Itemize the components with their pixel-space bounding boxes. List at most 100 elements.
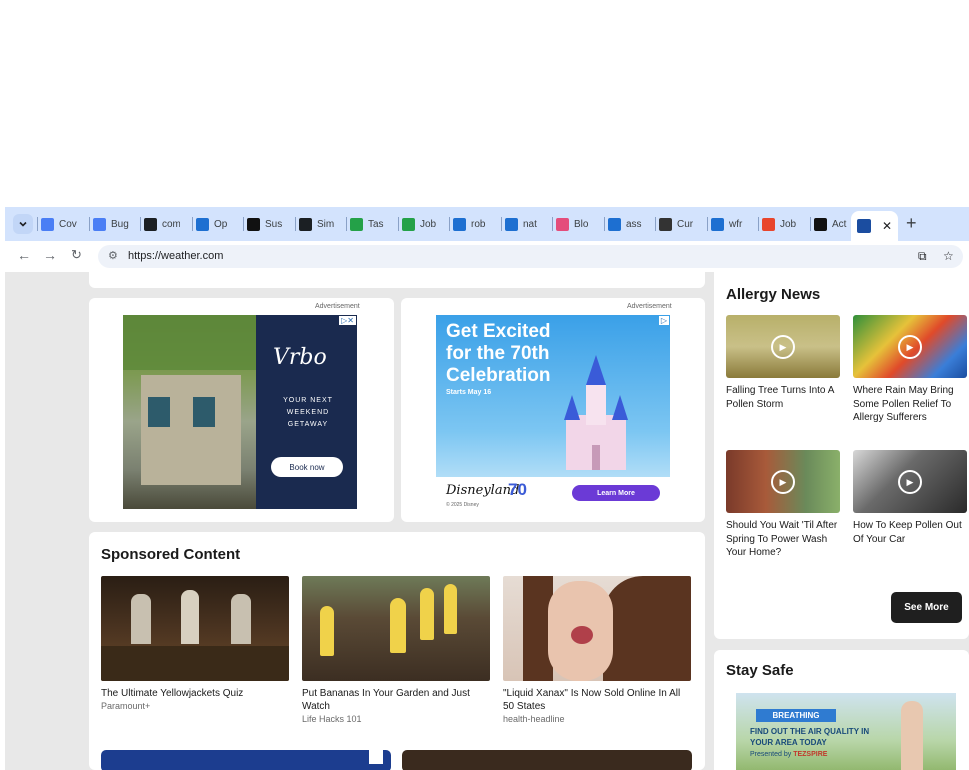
tab-3[interactable]: Op [196,212,232,236]
advertisement-label: Advertisement [315,303,360,310]
tab-label: ass [626,218,642,230]
site-info-icon[interactable]: ⚙ [108,249,118,262]
tab-separator [89,217,90,231]
docs-icon [93,217,106,231]
sponsored-item-source: Life Hacks 101 [302,714,362,724]
sponsored-item[interactable]: Put Bananas In Your Garden and Just Watc… [302,576,490,726]
sponsored-item-title[interactable]: "Liquid Xanax" Is Now Sold Online In All… [503,687,691,713]
tab-label: Op [214,218,228,230]
install-app-icon[interactable]: ⧉ [918,249,927,264]
tab-search-button[interactable] [13,214,33,234]
tab-4[interactable]: Sus [247,212,283,236]
tab-13[interactable]: wfr [711,212,747,236]
back-arrow-icon[interactable]: ← [17,247,31,263]
adchoices-icon[interactable]: ▷✕ [339,316,356,325]
tab-9[interactable]: nat [505,212,541,236]
tab-separator [604,217,605,231]
sponsored-image [302,576,490,681]
sponsored-image [101,576,289,681]
tab-0[interactable]: Cov [41,212,77,236]
play-icon: ▶ [771,335,795,359]
notion-icon [247,217,260,231]
workday-icon [608,217,621,231]
tab-7[interactable]: Job [402,212,438,236]
vrbo-ad[interactable]: Vrbo YOUR NEXT WEEKEND GETAWAY Book now … [123,315,357,509]
workday-icon [196,217,209,231]
sponsored-item-source: Paramount+ [101,701,151,711]
docs-icon [41,217,54,231]
window [193,397,215,427]
news-title[interactable]: Where Rain May Bring Some Pollen Relief … [853,384,967,425]
tab-close-icon[interactable]: ✕ [882,219,892,233]
reload-icon[interactable]: ↻ [71,247,82,263]
weather-channel-icon [857,219,871,233]
url-text[interactable]: https://weather.com [128,250,223,262]
play-icon: ▶ [898,470,922,494]
tab-12[interactable]: Cur [659,212,695,236]
blank-area [0,0,969,207]
workday-icon [505,217,518,231]
news-item[interactable]: ▶ How To Keep Pollen Out Of Your Car [853,450,967,546]
tab-separator [243,217,244,231]
news-title[interactable]: Falling Tree Turns Into A Pollen Storm [726,384,840,411]
sponsored-item[interactable]: "Liquid Xanax" Is Now Sold Online In All… [503,576,691,726]
sponsored-image [503,576,691,681]
tab-14[interactable]: Job [762,212,798,236]
tab-weather-active[interactable]: ✕ [851,211,899,241]
tab-separator [707,217,708,231]
tab-10[interactable]: Blo [556,212,592,236]
tab-label: Cur [677,218,694,230]
castle-illustration [564,355,628,470]
breathing-badge: BREATHING [756,709,836,722]
greenhouse-icon [402,217,415,231]
window [148,397,170,427]
tab-label: Act [832,218,847,230]
github-icon [144,217,157,231]
tab-strip: Cov Bug com Op Sus Sim Tas Job rob nat Blo ass Cur wf… [5,207,969,241]
book-now-button[interactable]: Book now [271,457,343,477]
news-image: ▶ [726,315,840,378]
address-bar[interactable]: ⚙ https://weather.com ⧉ ☆ [98,245,963,268]
new-tab-button[interactable]: + [906,213,917,234]
sponsored-item-title[interactable]: The Ultimate Yellowjackets Quiz [101,687,289,700]
stay-safe-title: Stay Safe [726,662,794,679]
news-title[interactable]: Should You Wait 'Til After Spring To Pow… [726,519,840,560]
forward-arrow-icon[interactable]: → [43,247,57,263]
sponsored-title: Sponsored Content [101,546,241,563]
tab-separator [449,217,450,231]
workday-icon [453,217,466,231]
disneyland-ad[interactable]: Get Excited for the 70th Celebration Sta… [436,315,670,509]
tab-5[interactable]: Sim [299,212,335,236]
tab-6[interactable]: Tas [350,212,386,236]
adchoices-icon[interactable]: ▷ [658,316,669,325]
tab-2[interactable]: com [144,212,180,236]
tab-label: com [162,218,180,230]
sponsored-item-title[interactable]: Put Bananas In Your Garden and Just Watc… [302,687,490,713]
breathing-ad[interactable]: BREATHING FIND OUT THE AIR QUALITY IN YO… [736,693,956,770]
tab-1[interactable]: Bug [93,212,129,236]
sponsored-image-partial[interactable] [402,750,692,770]
tab-8[interactable]: rob [453,212,489,236]
news-item[interactable]: ▶ Should You Wait 'Til After Spring To P… [726,450,840,560]
see-more-button[interactable]: See More [891,592,962,623]
bookmark-star-icon[interactable]: ☆ [943,249,954,263]
disney-copyright: © 2025 Disney [446,502,479,508]
news-item[interactable]: ▶ Where Rain May Bring Some Pollen Relie… [853,315,967,425]
tab-separator [758,217,759,231]
learn-more-button[interactable]: Learn More [572,485,660,501]
tab-15[interactable]: Act [814,212,850,236]
sponsored-image-partial[interactable] [101,750,391,770]
news-item[interactable]: ▶ Falling Tree Turns Into A Pollen Storm [726,315,840,411]
house-photo [123,315,256,509]
tab-separator [398,217,399,231]
news-image: ▶ [853,315,967,378]
disney-footer: Disneyland 70 Learn More © 2025 Disney [436,477,670,509]
grid-icon [762,217,775,231]
tab-11[interactable]: ass [608,212,644,236]
vrbo-logo: Vrbo [273,345,327,370]
tab-label: Job [420,218,437,230]
news-image: ▶ [853,450,967,513]
trees [123,315,256,370]
news-title[interactable]: How To Keep Pollen Out Of Your Car [853,519,967,546]
sponsored-item[interactable]: The Ultimate Yellowjackets Quiz Paramoun… [101,576,289,713]
